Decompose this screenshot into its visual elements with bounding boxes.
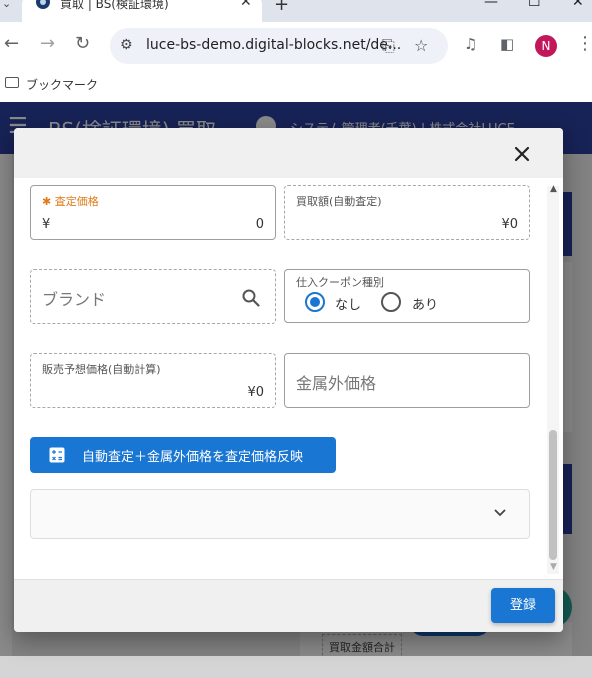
coupon-type-field: 仕入クーポン種別 なし あり — [284, 269, 530, 323]
auto-purchase-label: 買取額(自動査定) — [296, 195, 382, 208]
non-metal-price-placeholder: 金属外価格 — [296, 374, 377, 393]
new-tab-icon[interactable]: + — [274, 0, 289, 15]
coupon-none-label[interactable]: なし — [335, 294, 361, 313]
assessed-price-label: ✱ 査定価格 — [42, 195, 99, 208]
coupon-type-label: 仕入クーポン種別 — [296, 276, 384, 289]
dialog-footer — [14, 579, 563, 632]
non-metal-price-field[interactable]: 金属外価格 — [284, 353, 530, 408]
install-icon[interactable]: ⎘ — [382, 36, 395, 56]
calculator-icon — [49, 447, 65, 463]
dialog: ✱ 査定価格 ¥ 0 買取額(自動査定) ¥0 ブランド 仕入クーポン種別 なし — [14, 128, 563, 632]
required-mark-icon: ✱ — [42, 195, 52, 208]
minimize-icon[interactable]: — — [484, 0, 498, 10]
auto-purchase-field: 買取額(自動査定) ¥0 — [284, 185, 530, 240]
predicted-sale-label: 販売予想価格(自動計算) — [42, 363, 161, 376]
bookmarks-label[interactable]: ブックマーク — [26, 76, 98, 93]
media-icon[interactable]: ♫ — [464, 34, 477, 54]
search-icon[interactable] — [241, 288, 261, 308]
profile-avatar[interactable]: N — [535, 35, 557, 57]
browser-tab-strip: ⌄ 買取 | BS(検証環境) ✕ + — ☐ ✕ — [0, 0, 592, 22]
coupon-yes-radio[interactable] — [381, 292, 401, 312]
page-bottom-strip — [0, 656, 592, 678]
predicted-sale-field: 販売予想価格(自動計算) ¥0 — [30, 353, 276, 408]
address-bar[interactable]: ⚙ luce-bs-demo.digital-blocks.net/de... … — [110, 28, 448, 64]
currency-prefix: ¥ — [42, 217, 51, 232]
more-icon[interactable]: ⋮ — [576, 34, 592, 54]
coupon-none-radio[interactable] — [305, 292, 325, 312]
tab-close-icon[interactable]: ✕ — [240, 0, 252, 10]
url-text[interactable]: luce-bs-demo.digital-blocks.net/de... — [146, 37, 401, 53]
tab-search-chevron-icon[interactable]: ⌄ — [2, 0, 11, 10]
sidepanel-icon[interactable]: ◧ — [500, 34, 514, 54]
bookmarks-bar: ブックマーク — [0, 70, 592, 102]
window-close-icon[interactable]: ✕ — [572, 0, 584, 10]
scroll-down-icon[interactable]: ▼ — [550, 562, 557, 572]
chevron-down-icon[interactable] — [493, 508, 507, 518]
predicted-sale-value: ¥0 — [247, 385, 264, 400]
site-info-icon[interactable]: ⚙ — [120, 37, 133, 53]
brand-field[interactable]: ブランド — [30, 269, 276, 324]
register-button[interactable]: 登録 — [491, 588, 555, 623]
coupon-yes-label[interactable]: あり — [412, 294, 438, 313]
star-icon[interactable]: ☆ — [414, 36, 428, 55]
reflect-price-label: 自動査定＋金属外価格を査定価格反映 — [82, 450, 304, 465]
maximize-icon[interactable]: ☐ — [528, 0, 541, 10]
assessed-price-field[interactable]: ✱ 査定価格 ¥ 0 — [30, 185, 276, 240]
scrollbar-thumb[interactable] — [549, 430, 557, 560]
dialog-body: ✱ 査定価格 ¥ 0 買取額(自動査定) ¥0 ブランド 仕入クーポン種別 なし — [14, 178, 563, 578]
tab-title: 買取 | BS(検証環境) — [60, 0, 169, 11]
brand-placeholder: ブランド — [42, 290, 107, 309]
close-icon[interactable] — [510, 142, 534, 166]
reload-icon[interactable]: ↻ — [75, 34, 90, 54]
forward-icon[interactable]: → — [40, 34, 55, 54]
auto-purchase-value: ¥0 — [501, 217, 518, 232]
scroll-up-icon[interactable]: ▲ — [550, 184, 557, 194]
reflect-price-button[interactable]: 自動査定＋金属外価格を査定価格反映 — [30, 437, 336, 473]
dialog-header — [14, 128, 563, 178]
folder-icon — [5, 77, 19, 88]
expansion-panel[interactable] — [30, 489, 530, 539]
assessed-price-value[interactable]: 0 — [256, 217, 264, 232]
browser-toolbar: ← → ↻ ⚙ luce-bs-demo.digital-blocks.net/… — [0, 22, 592, 70]
back-icon[interactable]: ← — [4, 34, 19, 54]
